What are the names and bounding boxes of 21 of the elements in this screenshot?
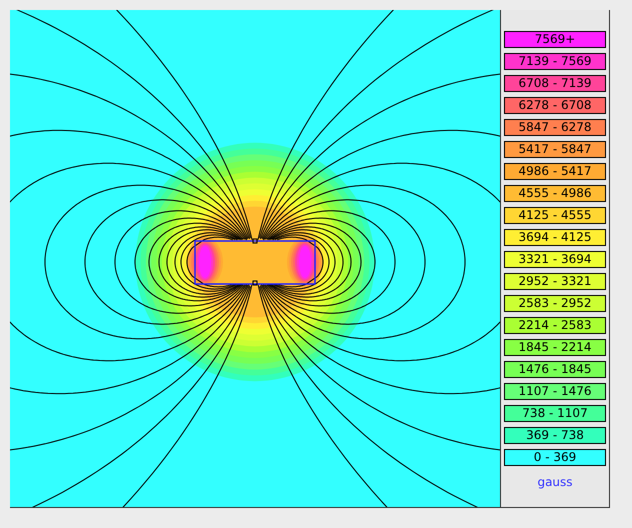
legend-range: 7139 - 7569 xyxy=(504,53,606,70)
legend-range: 2952 - 3321 xyxy=(504,273,606,290)
legend-range: 3694 - 4125 xyxy=(504,229,606,246)
unit-label: gauss xyxy=(537,475,573,489)
legend-range: 6708 - 7139 xyxy=(504,75,606,92)
legend-range: 1107 - 1476 xyxy=(504,383,606,400)
legend-range: 2214 - 2583 xyxy=(504,317,606,334)
legend-range: 4986 - 5417 xyxy=(504,163,606,180)
legend-range: 4555 - 4986 xyxy=(504,185,606,202)
legend-range: 1845 - 2214 xyxy=(504,339,606,356)
legend-range: 6278 - 6708 xyxy=(504,97,606,114)
legend-range: 5847 - 6278 xyxy=(504,119,606,136)
legend-range: 1476 - 1845 xyxy=(504,361,606,378)
legend-range: 738 - 1107 xyxy=(504,405,606,422)
legend-range: 369 - 738 xyxy=(504,427,606,444)
legend-range: 3321 - 3694 xyxy=(504,251,606,268)
legend-range: 5417 - 5847 xyxy=(504,141,606,158)
legend-range: 4125 - 4555 xyxy=(504,207,606,224)
legend-range: 0 - 369 xyxy=(504,449,606,466)
legend-range: 7569+ xyxy=(504,31,606,48)
legend-range: 2583 - 2952 xyxy=(504,295,606,312)
